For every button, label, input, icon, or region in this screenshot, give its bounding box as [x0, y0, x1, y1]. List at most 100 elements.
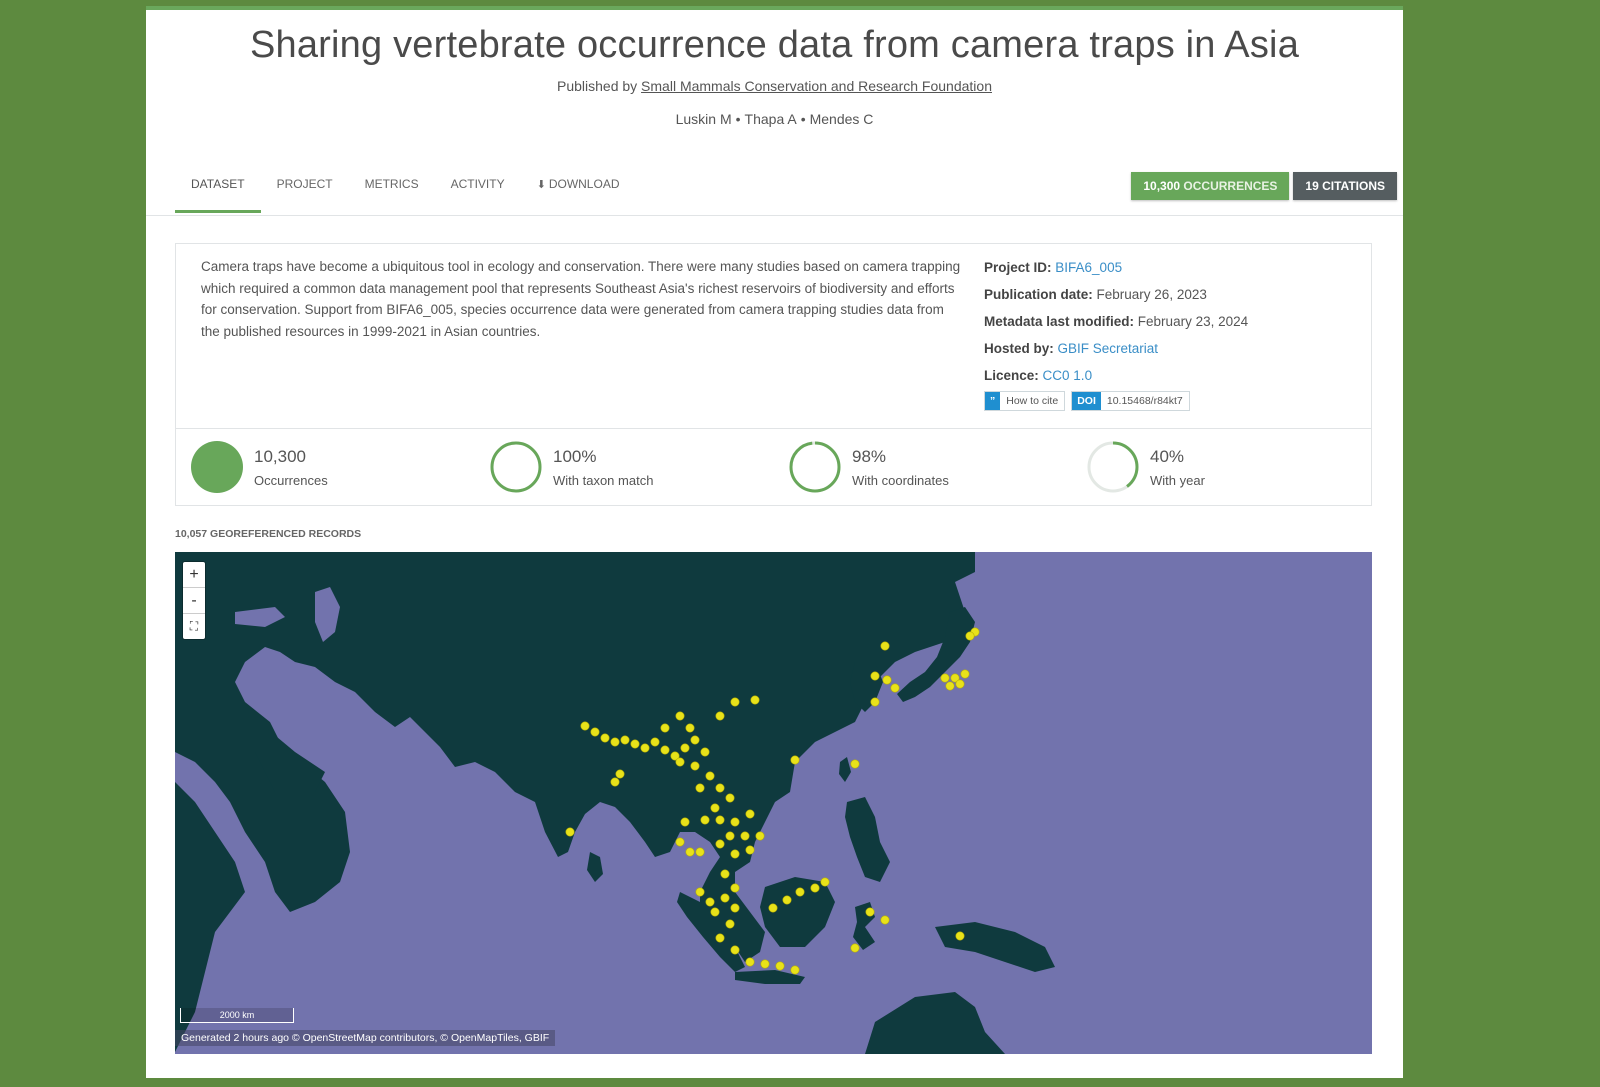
hosted-link[interactable]: GBIF Secretariat — [1058, 341, 1159, 356]
stat-label: Occurrences — [254, 472, 328, 488]
stat-taxon-match[interactable]: 100% With taxon match — [489, 439, 653, 495]
metadata-list: Project ID: BIFA6_005 Publication date: … — [984, 254, 1248, 411]
publication-date-value: February 26, 2023 — [1096, 287, 1207, 302]
zoom-in-button[interactable]: + — [183, 562, 205, 588]
stat-occurrences[interactable]: 10,300 Occurrences — [190, 439, 328, 495]
occurrence-point — [965, 631, 975, 641]
occurrence-point — [880, 915, 890, 925]
author-link[interactable]: Mendes C — [810, 111, 874, 127]
occurrence-point — [730, 945, 740, 955]
occurrence-point — [565, 827, 575, 837]
occurrence-point — [775, 961, 785, 971]
occurrence-point — [865, 907, 875, 917]
occurrence-point — [720, 869, 730, 879]
publication-date-label: Publication date: — [984, 287, 1093, 302]
occurrence-point — [870, 671, 880, 681]
map-attribution[interactable]: Generated 2 hours ago © OpenStreetMap co… — [175, 1030, 556, 1046]
stat-label: With taxon match — [553, 472, 654, 488]
tab-download[interactable]: ⬇ Download — [521, 173, 636, 213]
doi-link[interactable]: DOI 10.15468/r84kt7 — [1071, 391, 1190, 411]
citations-badge[interactable]: 19 CITATIONS — [1293, 172, 1397, 200]
occurrence-point — [705, 771, 715, 781]
progress-ring-icon — [490, 441, 542, 493]
occurrence-map[interactable]: + - ⛶ 2000 km Generated 2 hours ago © Op… — [175, 552, 1372, 1054]
publisher-link[interactable]: Small Mammals Conservation and Research … — [641, 78, 992, 94]
project-id-row: Project ID: BIFA6_005 — [984, 254, 1248, 281]
occurrence-point — [600, 733, 610, 743]
separator-dot-icon: • — [735, 111, 741, 127]
zoom-out-button[interactable]: - — [183, 588, 205, 614]
georeferenced-records-label: 10,057 GEOREFERENCED RECORDS — [175, 528, 362, 540]
occurrence-point — [810, 883, 820, 893]
occurrence-point — [590, 727, 600, 737]
stat-value: 100% — [553, 446, 597, 466]
occurrence-point — [675, 837, 685, 847]
licence-link[interactable]: CC0 1.0 — [1043, 368, 1093, 383]
hosted-label: Hosted by: — [984, 341, 1054, 356]
how-to-cite-button[interactable]: ” How to cite — [984, 391, 1066, 411]
occurrence-point — [945, 681, 955, 691]
occurrence-point — [705, 897, 715, 907]
occurrence-point — [710, 803, 720, 813]
stat-label: With year — [1150, 472, 1205, 488]
tab-dataset[interactable]: Dataset — [175, 173, 261, 213]
occurrence-point — [700, 815, 710, 825]
zoom-controls: + - ⛶ — [183, 562, 205, 639]
occurrence-point — [750, 695, 760, 705]
occurrence-point — [955, 679, 965, 689]
tab-project[interactable]: Project — [261, 173, 349, 213]
project-id-label: Project ID: — [984, 260, 1052, 275]
tab-metrics[interactable]: Metrics — [349, 173, 435, 213]
occurrence-point — [715, 783, 725, 793]
occurrences-count: 10,300 — [1143, 179, 1181, 193]
occurrence-point — [768, 903, 778, 913]
occurrence-point — [690, 761, 700, 771]
occurrence-point — [730, 883, 740, 893]
licence-row: Licence: CC0 1.0 — [984, 362, 1248, 389]
fullscreen-icon[interactable]: ⛶ — [183, 614, 205, 639]
author-link[interactable]: Luskin M — [676, 111, 732, 127]
occurrence-point — [870, 697, 880, 707]
occurrence-point — [745, 845, 755, 855]
page-title: Sharing vertebrate occurrence data from … — [249, 24, 1300, 66]
filled-circle-icon — [191, 441, 243, 493]
occurrence-point — [695, 887, 705, 897]
quote-icon: ” — [985, 392, 1001, 410]
occurrence-point — [882, 675, 892, 685]
occurrence-point — [675, 757, 685, 767]
occurrence-point — [615, 769, 625, 779]
map-canvas[interactable] — [175, 552, 1372, 1054]
stats-bar: 10,300 Occurrences 100% With taxon match — [176, 428, 1371, 507]
stat-value: 40% — [1150, 446, 1185, 466]
publisher-line: Published by Small Mammals Conservation … — [146, 78, 1403, 94]
progress-ring-icon — [1087, 441, 1139, 493]
dataset-card: Sharing vertebrate occurrence data from … — [146, 6, 1403, 1078]
occurrence-point — [880, 641, 890, 651]
badge-group: 10,300 OCCURRENCES 19 CITATIONS — [1131, 172, 1397, 200]
occurrence-point — [720, 893, 730, 903]
occurrence-point — [620, 735, 630, 745]
occurrence-point — [955, 931, 965, 941]
stat-value: 98% — [852, 446, 887, 466]
occurrence-point — [725, 793, 735, 803]
occurrence-point — [782, 895, 792, 905]
occurrence-point — [710, 907, 720, 917]
cite-row: ” How to cite DOI 10.15468/r84kt7 — [984, 391, 1248, 411]
stat-coordinates[interactable]: 98% With coordinates — [788, 439, 949, 495]
occurrence-point — [690, 735, 700, 745]
publication-date-row: Publication date: February 26, 2023 — [984, 281, 1248, 308]
stat-year[interactable]: 40% With year — [1086, 439, 1205, 495]
occurrence-point — [660, 723, 670, 733]
occurrence-point — [715, 711, 725, 721]
project-id-link[interactable]: BIFA6_005 — [1055, 260, 1122, 275]
tab-activity[interactable]: Activity — [435, 173, 521, 213]
occurrence-point — [695, 847, 705, 857]
occurrence-point — [685, 723, 695, 733]
occurrence-point — [725, 831, 735, 841]
author-link[interactable]: Thapa A — [745, 111, 797, 127]
occurrences-badge[interactable]: 10,300 OCCURRENCES — [1131, 172, 1290, 200]
occurrence-point — [755, 831, 765, 841]
summary-box: Camera traps have become a ubiquitous to… — [175, 243, 1372, 506]
how-to-cite-label: How to cite — [1006, 395, 1059, 407]
occurrence-point — [745, 957, 755, 967]
